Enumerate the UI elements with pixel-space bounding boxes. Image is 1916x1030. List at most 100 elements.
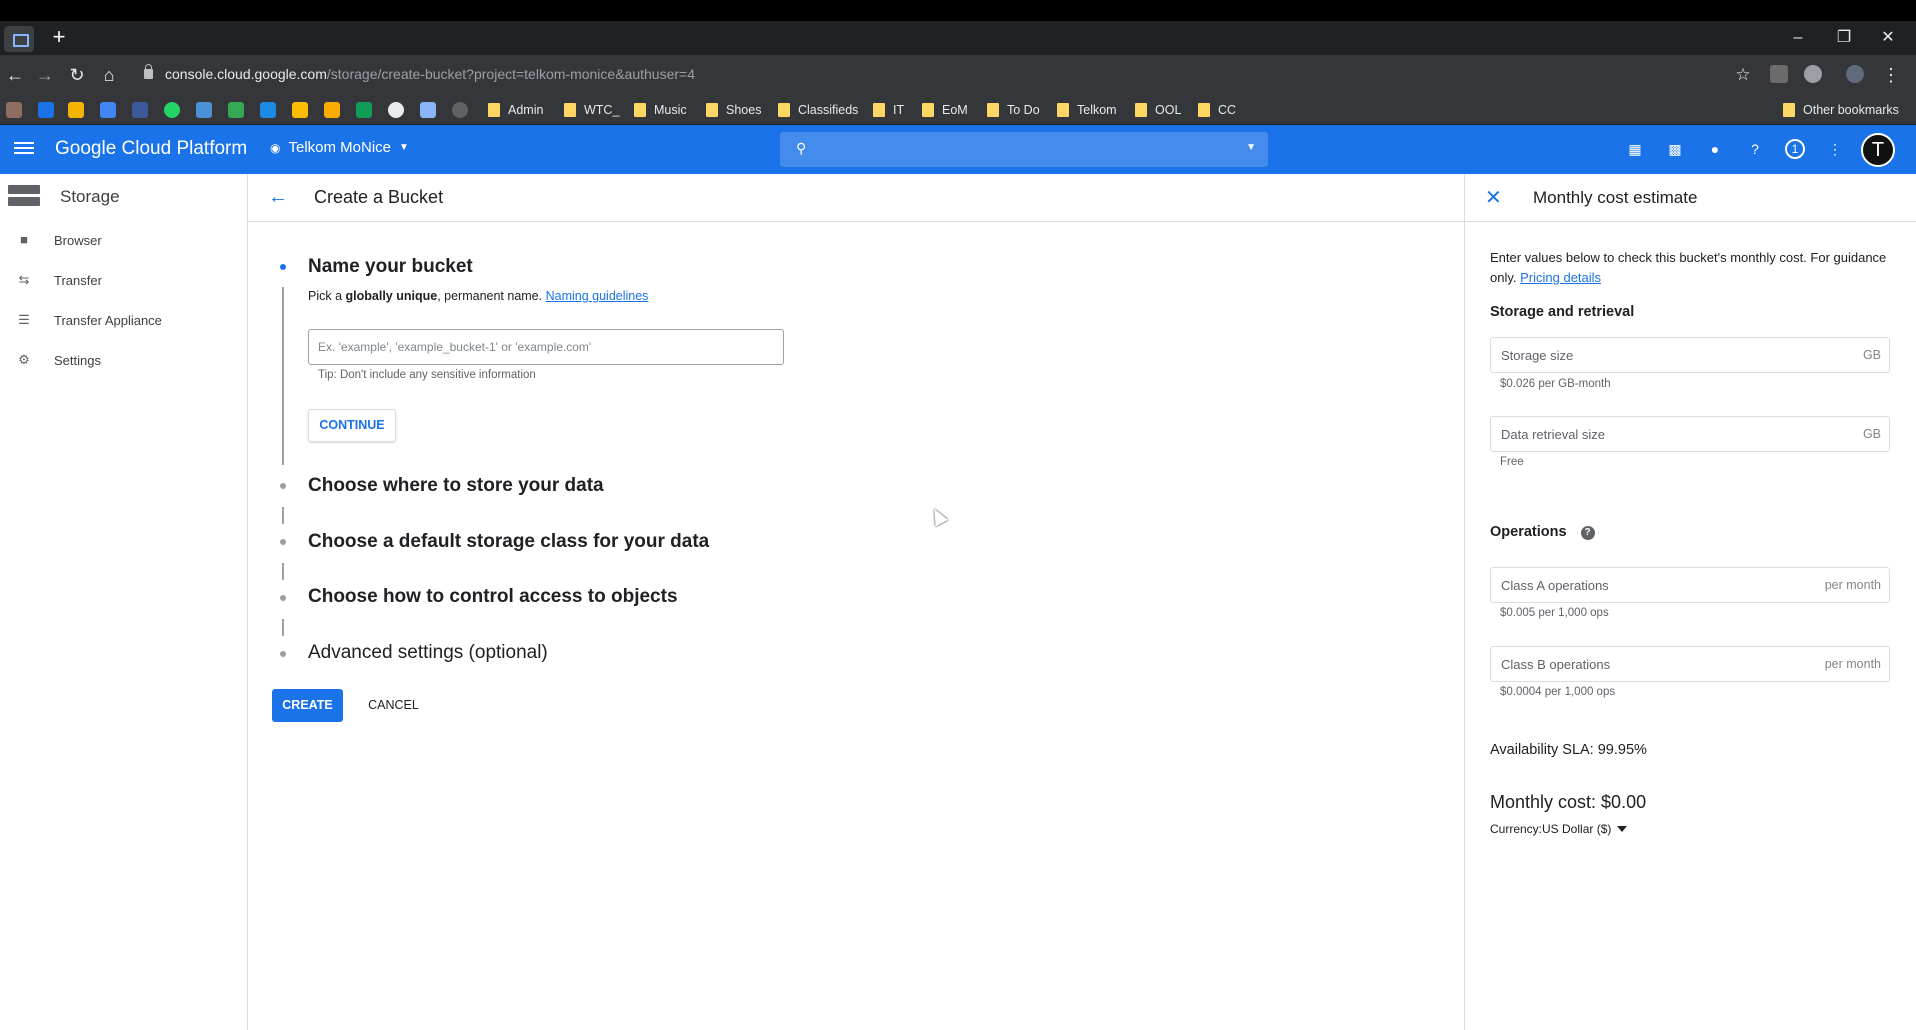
console-header: Google Cloud Platform ◉ Telkom MoNice ▼ … xyxy=(0,125,1916,174)
bookmark-grid-icon[interactable] xyxy=(68,102,84,118)
browser-toolbar: ← → ↻ ⌂ console.cloud.google.com/storage… xyxy=(0,55,1916,95)
notifications-badge[interactable]: 1 xyxy=(1785,139,1805,159)
cancel-button[interactable]: CANCEL xyxy=(356,689,431,722)
bookmark-docs-icon[interactable] xyxy=(260,102,276,118)
sidebar-item-transfer[interactable]: ⇆ Transfer xyxy=(0,260,247,300)
continue-button[interactable]: CONTINUE xyxy=(308,409,396,442)
bookmark-folder[interactable]: OOL xyxy=(1135,100,1181,120)
lock-icon[interactable] xyxy=(144,64,153,79)
close-window-icon[interactable]: ✕ xyxy=(1866,21,1910,55)
reload-icon[interactable]: ↻ xyxy=(64,62,90,88)
gear-icon: ⚙ xyxy=(18,352,30,367)
bookmark-folder[interactable]: To Do xyxy=(987,100,1040,120)
tab-group-icon[interactable] xyxy=(4,26,34,52)
new-tab-button[interactable]: + xyxy=(46,24,72,50)
bookmark-circle-icon[interactable] xyxy=(388,102,404,118)
bookmark-feed-icon[interactable] xyxy=(228,102,244,118)
currency-selector[interactable]: Currency:US Dollar ($) xyxy=(1490,822,1628,836)
storage-icon xyxy=(8,185,40,209)
storage-size-field[interactable]: Storage size GB xyxy=(1490,337,1890,373)
sidebar-item-label: Browser xyxy=(54,232,102,248)
bookmark-app2-icon[interactable] xyxy=(196,102,212,118)
close-icon[interactable]: ✕ xyxy=(1485,185,1507,210)
folder-icon xyxy=(1135,103,1147,117)
class-a-field[interactable]: Class A operations per month xyxy=(1490,567,1890,603)
sidebar-item-browser[interactable]: ■ Browser xyxy=(0,220,247,260)
bookmark-app-icon[interactable] xyxy=(6,102,22,118)
bookmark-folder[interactable]: Classifieds xyxy=(778,100,858,120)
back-arrow-icon[interactable]: ← xyxy=(268,186,294,209)
step-title-name[interactable]: Name your bucket xyxy=(308,256,473,278)
forward-icon[interactable]: → xyxy=(32,62,58,88)
step-title-access[interactable]: Choose how to control access to objects xyxy=(308,586,678,608)
hamburger-menu-icon[interactable] xyxy=(14,139,34,159)
bookmark-drive-icon[interactable] xyxy=(292,102,308,118)
search-dropdown-icon[interactable]: ▼ xyxy=(1246,142,1256,153)
create-button[interactable]: CREATE xyxy=(272,689,343,722)
home-icon[interactable]: ⌂ xyxy=(96,62,122,88)
hint-text: Pick a xyxy=(308,289,346,303)
sidebar-item-settings[interactable]: ⚙ Settings xyxy=(0,340,247,380)
more-vert-icon[interactable]: ⋮ xyxy=(1825,139,1845,159)
extension-icon[interactable] xyxy=(1770,65,1788,83)
sidebar-item-transfer-appliance[interactable]: ☰ Transfer Appliance xyxy=(0,300,247,340)
bookmark-folder[interactable]: CC xyxy=(1198,100,1236,120)
pricing-details-link[interactable]: Pricing details xyxy=(1520,270,1601,285)
feedback-icon[interactable]: ● xyxy=(1705,139,1725,159)
naming-guidelines-link[interactable]: Naming guidelines xyxy=(546,289,649,303)
cloud-extension-icon[interactable] xyxy=(1804,65,1822,83)
bookmark-label: Music xyxy=(654,103,687,117)
bookmark-folder[interactable]: IT xyxy=(873,100,904,120)
folder-icon xyxy=(922,103,934,117)
cost-estimate-panel: ✕ Monthly cost estimate Enter values bel… xyxy=(1464,174,1916,1030)
cloud-shell-icon[interactable]: ▩ xyxy=(1665,139,1685,159)
bookmark-facebook-icon[interactable] xyxy=(132,102,148,118)
project-selector[interactable]: ◉ Telkom MoNice ▼ xyxy=(270,139,409,156)
step-title-storage-class[interactable]: Choose a default storage class for your … xyxy=(308,531,709,553)
address-bar[interactable]: console.cloud.google.com/storage/create-… xyxy=(165,66,695,82)
retrieval-size-field[interactable]: Data retrieval size GB xyxy=(1490,416,1890,452)
bookmark-mail-icon[interactable] xyxy=(38,102,54,118)
class-b-field[interactable]: Class B operations per month xyxy=(1490,646,1890,682)
menu-dots-icon[interactable]: ⋮ xyxy=(1878,62,1904,88)
bookmark-label: Admin xyxy=(508,103,544,117)
avatar[interactable]: T xyxy=(1861,133,1895,167)
bucket-name-input[interactable]: Ex. 'example', 'example_bucket-1' or 'ex… xyxy=(308,329,784,365)
bookmark-label: CC xyxy=(1218,103,1237,117)
bookmark-folder[interactable]: Shoes xyxy=(706,100,761,120)
profile-icon[interactable] xyxy=(1846,65,1864,83)
bookmark-label: Shoes xyxy=(726,103,762,117)
bookmark-chart-icon[interactable] xyxy=(420,102,436,118)
help-icon[interactable]: ? xyxy=(1745,139,1765,159)
bookmark-folder[interactable]: WTC_ xyxy=(564,100,619,120)
star-icon[interactable]: ☆ xyxy=(1730,62,1756,88)
minimize-icon[interactable]: – xyxy=(1776,21,1820,55)
gift-icon[interactable]: ▦ xyxy=(1625,139,1645,159)
step-title-location[interactable]: Choose where to store your data xyxy=(308,475,604,497)
bookmark-folder[interactable]: Admin xyxy=(488,100,543,120)
bookmark-folder[interactable]: Telkom xyxy=(1057,100,1117,120)
operations-heading: Operations? xyxy=(1490,524,1595,540)
bookmark-misc-icon[interactable] xyxy=(452,102,468,118)
bookmark-folder[interactable]: Music xyxy=(634,100,687,120)
bookmark-sheets-icon[interactable] xyxy=(356,102,372,118)
bookmark-folder[interactable]: EoM xyxy=(922,100,968,120)
other-bookmarks[interactable]: Other bookmarks xyxy=(1783,100,1899,120)
back-icon[interactable]: ← xyxy=(2,62,28,88)
class-a-unit: per month xyxy=(1824,578,1881,592)
step-title-advanced[interactable]: Advanced settings (optional) xyxy=(308,642,548,664)
class-b-unit: per month xyxy=(1824,657,1881,671)
bookmark-whatsapp-icon[interactable] xyxy=(164,102,180,118)
retrieval-unit: GB xyxy=(1862,427,1881,441)
name-hint: Pick a globally unique, permanent name. … xyxy=(308,289,648,303)
restore-icon[interactable]: ❐ xyxy=(1822,21,1866,55)
main-content: ← Create a Bucket Name your bucket Pick … xyxy=(248,174,1464,1030)
bookmark-calendar-icon[interactable] xyxy=(100,102,116,118)
search-input[interactable]: ⚲ ▼ xyxy=(780,132,1268,167)
product-title[interactable]: Google Cloud Platform xyxy=(55,138,247,160)
bookmark-label: Classifieds xyxy=(798,103,859,117)
bookmark-keep-icon[interactable] xyxy=(324,102,340,118)
sidebar: Storage ■ Browser ⇆ Transfer ☰ Transfer … xyxy=(0,174,248,1030)
step-dot xyxy=(280,483,286,489)
help-icon[interactable]: ? xyxy=(1580,526,1595,540)
